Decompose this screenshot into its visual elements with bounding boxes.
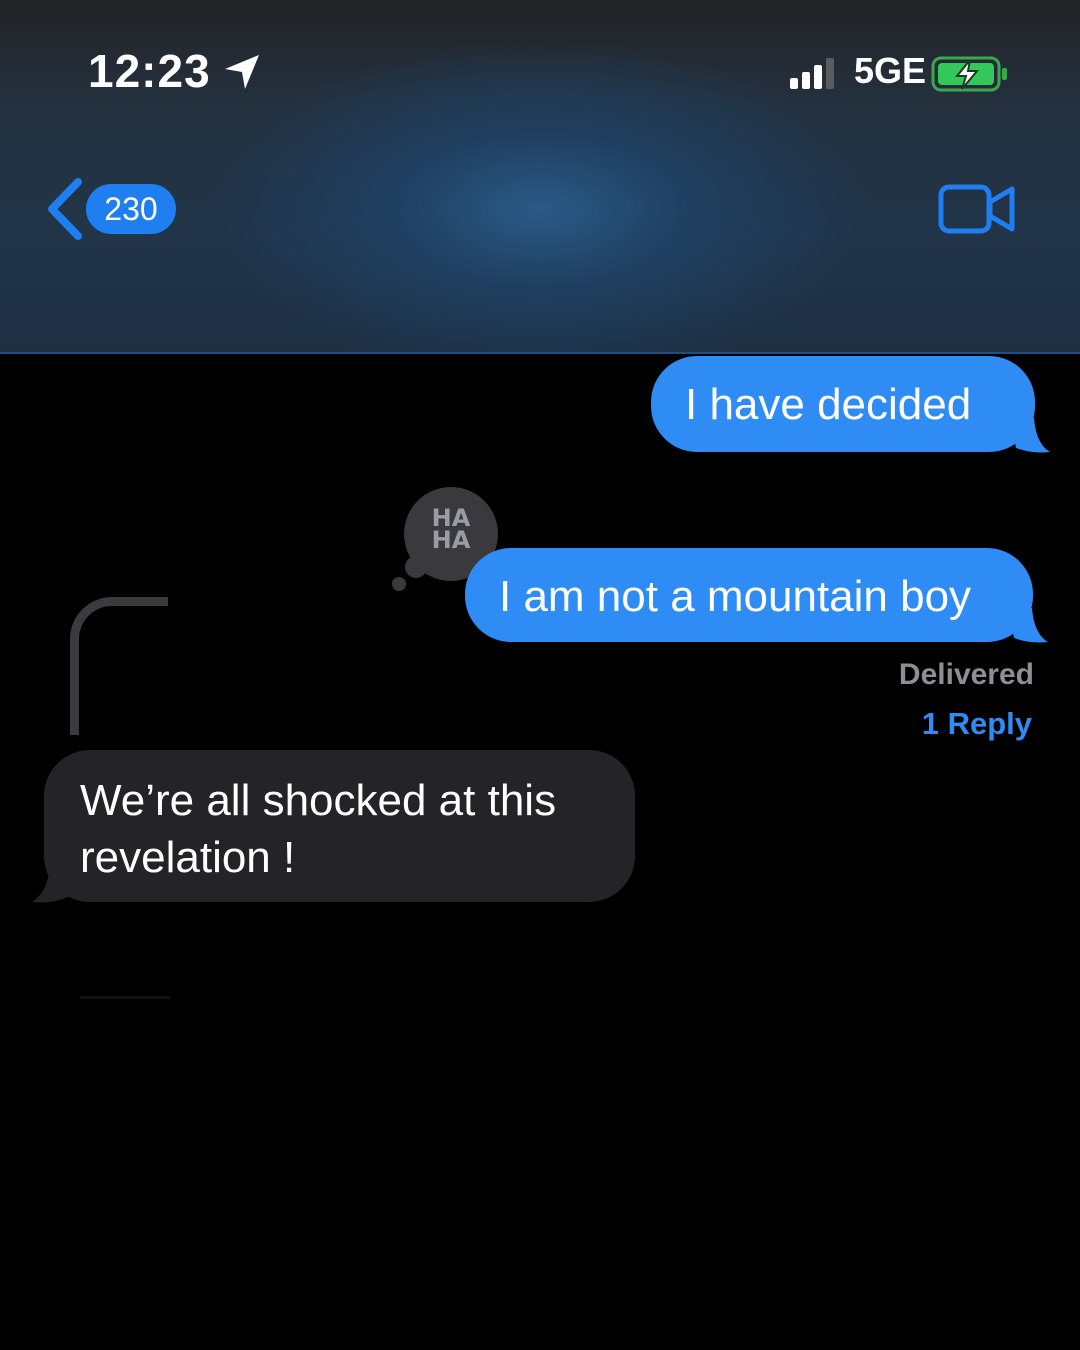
- battery-charging-icon: [931, 56, 1007, 92]
- chevron-left-icon: [48, 178, 82, 240]
- message-text: I have decided: [685, 380, 972, 429]
- status-time: 12:23: [88, 45, 211, 97]
- location-arrow-icon: [225, 55, 259, 89]
- message-text: I am not a mountain boy: [499, 572, 972, 621]
- signal-icon: [790, 58, 834, 89]
- outgoing-message[interactable]: I have decided: [651, 356, 1035, 452]
- bubble-tail: [1008, 608, 1048, 643]
- network-type: 5GE: [854, 50, 927, 91]
- conversation-header: 12:23 5GE 230: [0, 0, 1080, 354]
- bubble-tail: [1010, 418, 1050, 453]
- message-text: We’re all shocked at this revelation !: [80, 776, 557, 882]
- outgoing-message[interactable]: I am not a mountain boy: [465, 548, 1033, 642]
- reply-count-link[interactable]: 1 Reply: [922, 706, 1032, 742]
- bubble-tail: [32, 866, 74, 903]
- thread-connector: [70, 597, 168, 735]
- back-button[interactable]: 230: [40, 176, 190, 242]
- video-camera-icon[interactable]: [938, 182, 1018, 236]
- obscured-divider: [80, 996, 170, 999]
- tapback-dot: [392, 577, 406, 591]
- tapback-label: HA HA: [431, 504, 471, 554]
- unread-count-badge: 230: [86, 184, 176, 234]
- delivery-status: Delivered: [898, 658, 1034, 691]
- incoming-message[interactable]: We’re all shocked at this revelation !: [44, 750, 635, 902]
